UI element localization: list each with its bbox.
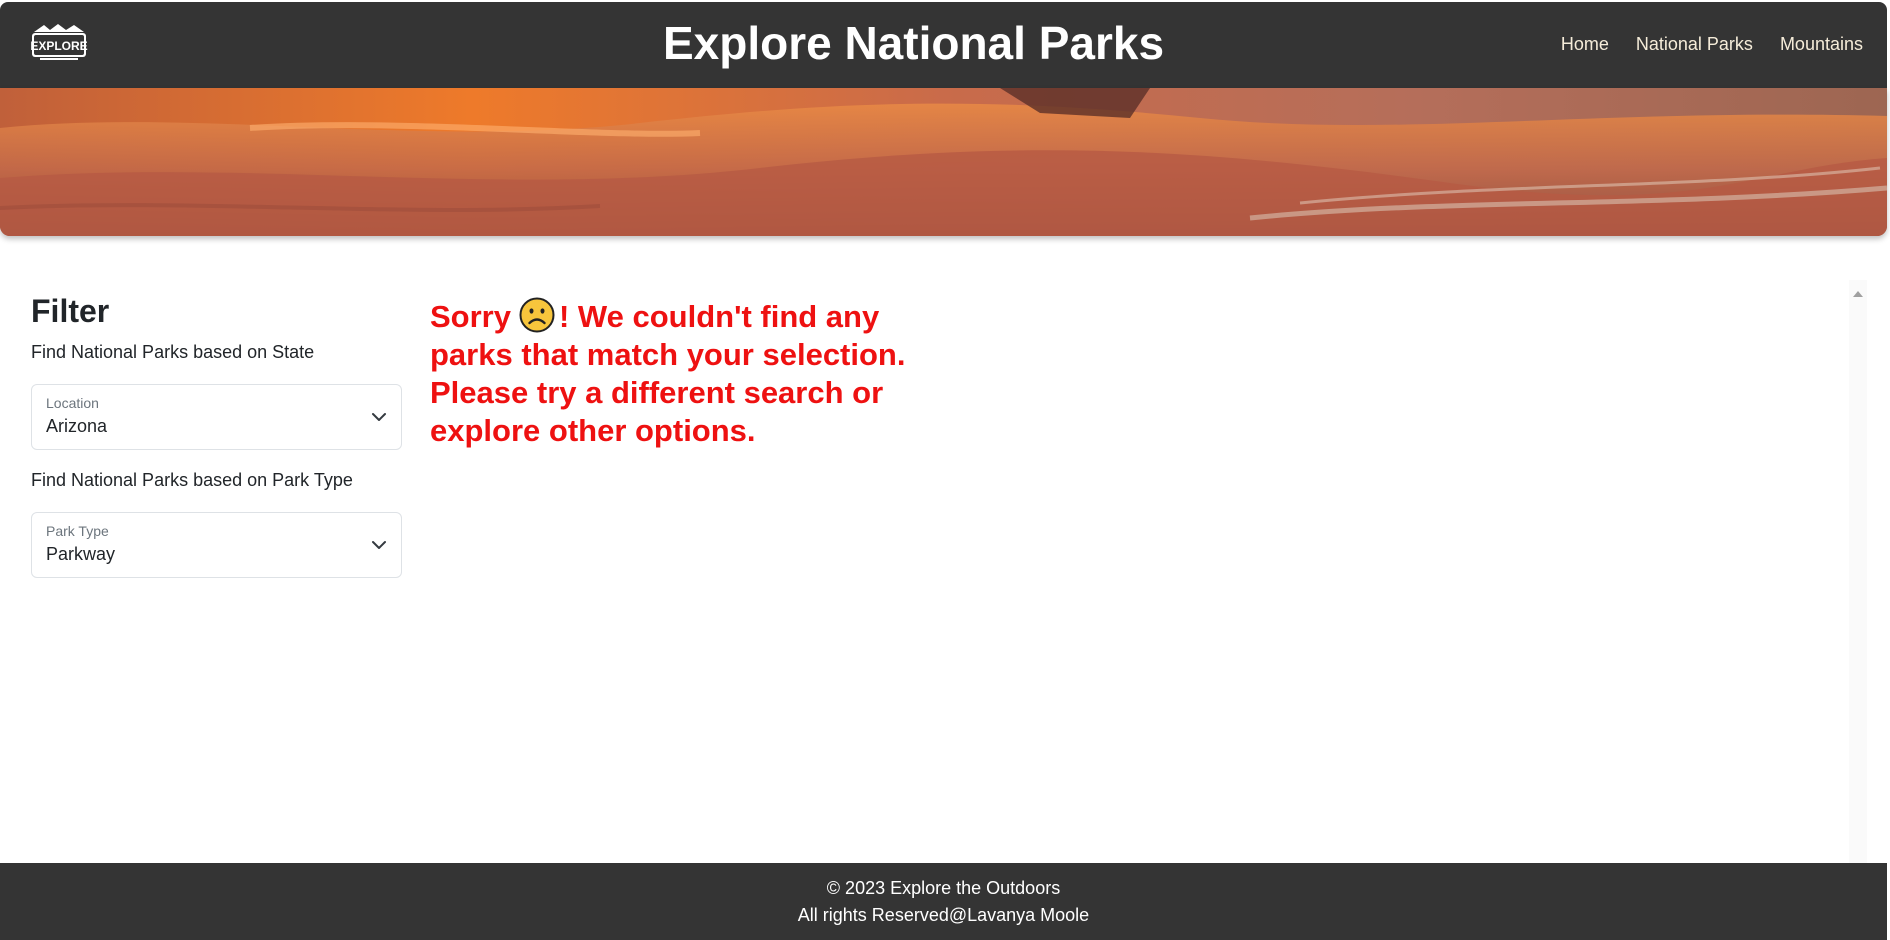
location-select-value: Arizona <box>46 416 108 436</box>
park-type-filter-caption: Find National Parks based on Park Type <box>31 470 353 490</box>
park-type-select[interactable]: Park Type Parkway <box>31 512 402 578</box>
footer-copyright: © 2023 Explore the Outdoors <box>826 878 1061 898</box>
chevron-down-icon <box>372 413 386 421</box>
location-select-label: Location <box>46 395 99 411</box>
navbar: EXPLORE Explore National Parks Home Nati… <box>0 2 1887 88</box>
park-type-select-value: Parkway <box>46 544 116 564</box>
scrollbar[interactable] <box>1849 280 1867 863</box>
filter-heading: Filter <box>31 293 110 329</box>
scroll-up-arrow-icon[interactable] <box>1849 288 1867 300</box>
location-select[interactable]: Location Arizona <box>31 384 402 450</box>
nav-link-mountains[interactable]: Mountains <box>1780 34 1863 55</box>
frowning-face-icon <box>519 297 555 333</box>
main-nav: Home National Parks Mountains <box>1561 34 1863 55</box>
chevron-down-icon <box>372 541 386 549</box>
message-prefix: Sorry <box>430 299 511 334</box>
hero-banner-image <box>0 88 1887 236</box>
footer: © 2023 Explore the Outdoors All rights R… <box>0 863 1887 940</box>
park-type-select-label: Park Type <box>46 523 109 539</box>
footer-rights: All rights Reserved@Lavanya Moole <box>797 905 1090 925</box>
state-filter-caption: Find National Parks based on State <box>31 342 315 362</box>
no-results-message: Sorry ! We couldn't find any parks that … <box>430 297 950 450</box>
nav-link-home[interactable]: Home <box>1561 34 1609 55</box>
nav-link-national-parks[interactable]: National Parks <box>1636 34 1753 55</box>
page: EXPLORE Explore National Parks Home Nati… <box>0 0 1890 940</box>
